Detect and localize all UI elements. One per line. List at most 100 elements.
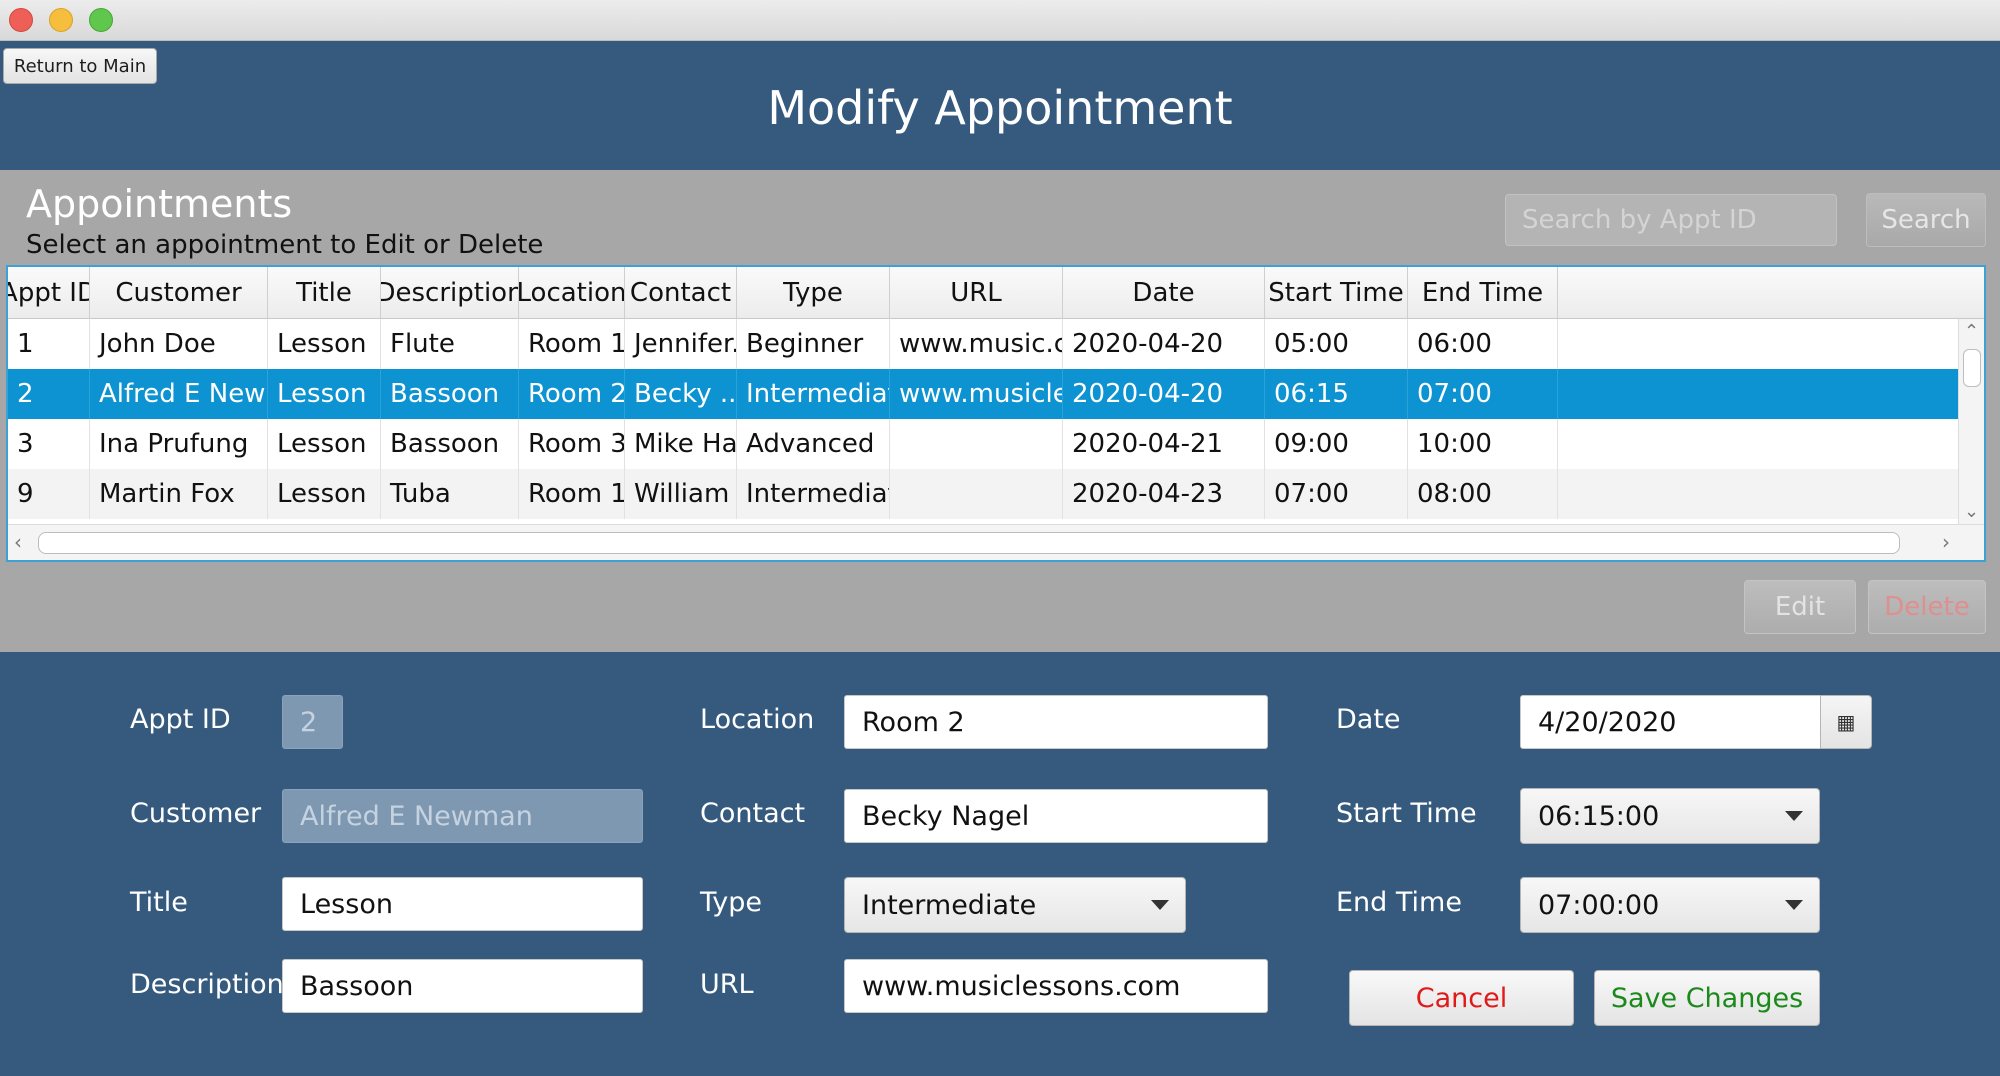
table-cell: Mike Ha... (625, 419, 737, 469)
table-cell: Becky ... (625, 369, 737, 419)
table-cell: Lesson (268, 369, 381, 419)
column-header[interactable]: Type (737, 267, 890, 319)
table-cell: 06:00 (1408, 319, 1558, 369)
table-cell: 9 (8, 469, 90, 519)
table-cell: Ina Prufung (90, 419, 268, 469)
type-select[interactable]: Intermediate (844, 877, 1186, 933)
type-label: Type (700, 887, 763, 918)
table-row[interactable]: 2Alfred E NewmanLessonBassoonRoom 2Becky… (8, 369, 1958, 419)
table-cell: Jennifer... (625, 319, 737, 369)
table-row[interactable]: 9Martin FoxLessonTubaRoom 1...William ..… (8, 469, 1958, 519)
vertical-scrollbar[interactable]: ⌃ ⌄ (1958, 319, 1984, 524)
table-cell: Martin Fox (90, 469, 268, 519)
table-cell: Advanced (737, 419, 890, 469)
horizontal-scroll-thumb[interactable] (38, 532, 1900, 554)
table-cell: Intermediate (737, 369, 890, 419)
start-time-select[interactable]: 06:15:00 (1520, 788, 1820, 844)
table-row[interactable]: 1John DoeLessonFluteRoom 1Jennifer...Beg… (8, 319, 1958, 369)
table-cell: Bassoon (381, 369, 519, 419)
zoom-window-button[interactable] (89, 8, 113, 32)
minimize-window-button[interactable] (49, 8, 73, 32)
horizontal-scrollbar[interactable]: ‹ › (8, 524, 1984, 560)
save-changes-button[interactable]: Save Changes (1594, 970, 1820, 1026)
header: Return to Main Modify Appointment (0, 41, 2000, 170)
table-cell: Alfred E Newman (90, 369, 268, 419)
description-label: Description (130, 969, 284, 1000)
location-input[interactable]: Room 2 (844, 695, 1268, 749)
column-header[interactable]: Location (519, 267, 625, 319)
table-cell: www.music.com (890, 319, 1063, 369)
close-window-button[interactable] (9, 8, 33, 32)
table-cell: 08:00 (1408, 469, 1558, 519)
table-cell: 2 (8, 369, 90, 419)
table-cell: Bassoon (381, 419, 519, 469)
table-cell: 06:15 (1265, 369, 1408, 419)
table-row[interactable]: 3Ina PrufungLessonBassoonRoom 3Mike Ha..… (8, 419, 1958, 469)
table-cell: 09:00 (1265, 419, 1408, 469)
cancel-button[interactable]: Cancel (1349, 970, 1574, 1026)
table-cell (890, 469, 1063, 519)
appt-id-field: 2 (282, 695, 343, 749)
table-cell: 07:00 (1408, 369, 1558, 419)
location-label: Location (700, 704, 815, 735)
customer-field: Alfred E Newman (282, 789, 643, 843)
chevron-right-icon[interactable]: › (1942, 530, 1950, 554)
end-time-select[interactable]: 07:00:00 (1520, 877, 1820, 933)
search-input[interactable]: Search by Appt ID (1505, 194, 1837, 246)
delete-button[interactable]: Delete (1868, 580, 1986, 634)
table-cell: Room 2 (519, 369, 625, 419)
chevron-down-icon[interactable]: ⌄ (1964, 501, 1979, 522)
end-time-value: 07:00:00 (1538, 889, 1660, 921)
contact-input[interactable]: Becky Nagel (844, 789, 1268, 843)
column-header[interactable]: Date (1063, 267, 1265, 319)
column-header[interactable]: Contact (625, 267, 737, 319)
table-header: Appt IDCustomerTitleDescriptionLocationC… (8, 267, 1984, 319)
chevron-down-icon (1151, 900, 1169, 910)
page-title: Modify Appointment (767, 81, 1233, 135)
chevron-down-icon (1785, 900, 1803, 910)
column-header[interactable]: Appt ID (8, 267, 90, 319)
type-select-value: Intermediate (862, 889, 1037, 921)
table-cell: 1 (8, 319, 90, 369)
date-input[interactable]: 4/20/2020 (1520, 695, 1822, 749)
column-header[interactable]: URL (890, 267, 1063, 319)
start-time-label: Start Time (1336, 798, 1477, 829)
table-cell: Lesson (268, 319, 381, 369)
customer-label: Customer (130, 798, 262, 829)
table-cell: William ... (625, 469, 737, 519)
table-cell: 2020-04-20 (1063, 319, 1265, 369)
table-cell: 2020-04-20 (1063, 369, 1265, 419)
calendar-icon[interactable]: ▦ (1820, 695, 1872, 749)
appointments-panel: Appointments Select an appointment to Ed… (0, 170, 2000, 652)
search-button[interactable]: Search (1866, 193, 1986, 247)
url-label: URL (700, 969, 754, 1000)
table-cell: 2020-04-21 (1063, 419, 1265, 469)
appt-id-label: Appt ID (130, 704, 231, 735)
description-input[interactable]: Bassoon (282, 959, 643, 1013)
table-cell: Beginner (737, 319, 890, 369)
appointment-form: Appt ID 2 Customer Alfred E Newman Title… (0, 652, 2000, 1076)
column-header[interactable]: Title (268, 267, 381, 319)
return-to-main-button[interactable]: Return to Main (3, 48, 157, 84)
table-cell: Tuba (381, 469, 519, 519)
window-titlebar (0, 0, 2000, 41)
edit-button[interactable]: Edit (1744, 580, 1856, 634)
contact-label: Contact (700, 798, 806, 829)
title-input[interactable]: Lesson (282, 877, 643, 931)
table-cell: 07:00 (1265, 469, 1408, 519)
table-cell: 10:00 (1408, 419, 1558, 469)
appointments-table[interactable]: Appt IDCustomerTitleDescriptionLocationC… (6, 265, 1986, 562)
table-cell: www.musicles... (890, 369, 1063, 419)
table-cell: Lesson (268, 469, 381, 519)
vertical-scroll-thumb[interactable] (1963, 349, 1981, 387)
table-cell: Flute (381, 319, 519, 369)
table-cell: Intermediate (737, 469, 890, 519)
table-cell: Lesson (268, 419, 381, 469)
column-header[interactable]: Customer (90, 267, 268, 319)
url-input[interactable]: www.musiclessons.com (844, 959, 1268, 1013)
column-header[interactable]: End Time (1408, 267, 1558, 319)
chevron-up-icon[interactable]: ⌃ (1964, 321, 1979, 342)
chevron-left-icon[interactable]: ‹ (14, 530, 22, 554)
column-header[interactable]: Description (381, 267, 519, 319)
column-header[interactable]: Start Time (1265, 267, 1408, 319)
